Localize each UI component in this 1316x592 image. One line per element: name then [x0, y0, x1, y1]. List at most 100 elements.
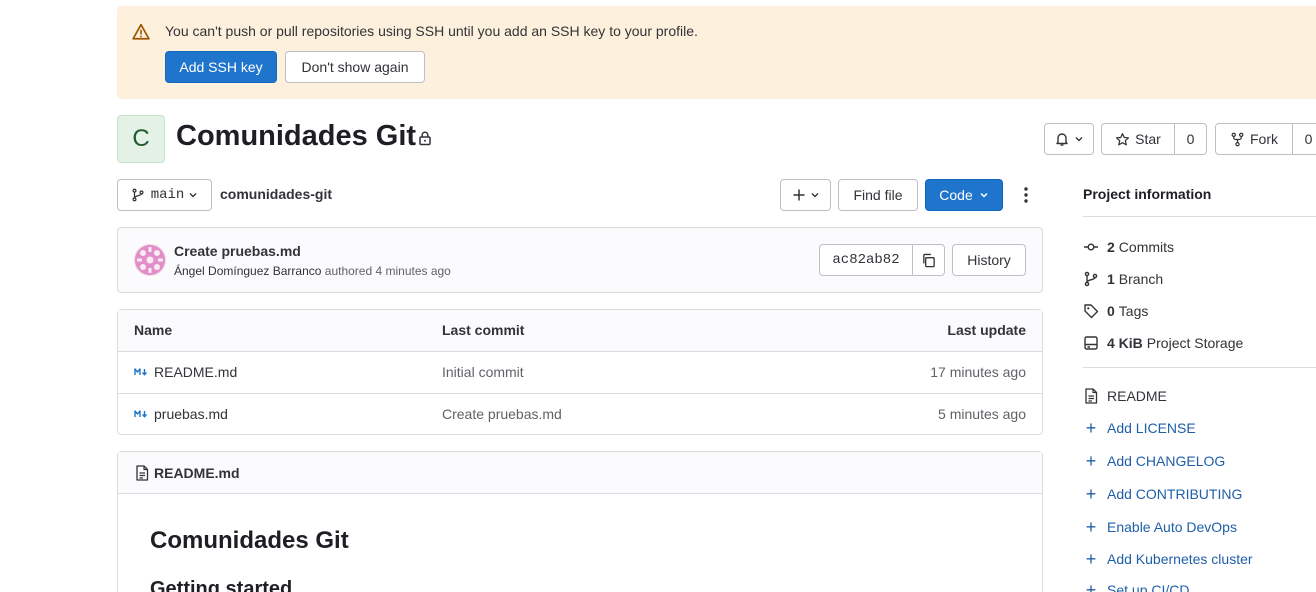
warning-icon [132, 23, 150, 40]
readme-panel: README.md Comunidades Git Getting starte… [117, 451, 1043, 592]
add-dropdown[interactable] [780, 179, 831, 211]
copy-icon [923, 253, 935, 267]
divider [1083, 367, 1316, 368]
commit-meta: Ángel Domínguez Barranco authored 4 minu… [174, 264, 451, 278]
readme-subheading: Getting started [150, 578, 293, 592]
branches-count: 1 [1107, 271, 1115, 287]
link-label: Add CONTRIBUTING [1107, 486, 1243, 502]
plus-icon: + [1085, 580, 1097, 592]
bell-icon [1056, 133, 1068, 146]
star-button[interactable]: Star [1102, 124, 1174, 154]
table-row[interactable]: pruebas.md Create pruebas.md 5 minutes a… [118, 393, 1042, 435]
tags-count: 0 [1107, 303, 1115, 319]
code-label: Code [939, 187, 973, 203]
plus-icon: + [1085, 451, 1097, 471]
ssh-key-alert: You can't push or pull repositories usin… [117, 6, 1316, 99]
commit-author[interactable]: Ángel Domínguez Barranco [174, 264, 321, 278]
fork-icon [1231, 132, 1244, 146]
link-label: Set up CI/CD [1107, 582, 1190, 592]
branch-icon [1084, 271, 1098, 287]
star-label: Star [1135, 131, 1161, 147]
add-ssh-key-button[interactable]: Add SSH key [165, 51, 277, 83]
history-button[interactable]: History [952, 244, 1026, 276]
plus-icon: + [1085, 517, 1097, 537]
tag-icon [1084, 304, 1099, 319]
file-last-commit[interactable]: Initial commit [442, 364, 524, 380]
readme-filename[interactable]: README.md [154, 465, 240, 481]
branches-label: Branch [1118, 271, 1164, 287]
header-last-update: Last update [947, 322, 1026, 338]
fork-button[interactable]: Fork [1216, 124, 1292, 154]
star-count[interactable]: 0 [1174, 124, 1206, 154]
lock-icon [419, 131, 431, 146]
table-row[interactable]: README.md Initial commit 17 minutes ago [118, 351, 1042, 393]
project-information-title: Project information [1083, 186, 1212, 202]
fork-count[interactable]: 0 [1292, 124, 1316, 154]
file-last-update: 17 minutes ago [930, 364, 1026, 380]
find-file-button[interactable]: Find file [838, 179, 918, 211]
branches-stat[interactable]: 1 Branch [1083, 269, 1163, 289]
file-name[interactable]: pruebas.md [154, 406, 228, 422]
star-group: Star 0 [1101, 123, 1207, 155]
plus-icon: + [1085, 418, 1097, 438]
code-dropdown-button[interactable]: Code [925, 179, 1003, 211]
link-label: Add CHANGELOG [1107, 453, 1226, 469]
setup-ci-cd-link[interactable]: + Set up CI/CD [1083, 580, 1190, 592]
tags-label: Tags [1118, 303, 1149, 319]
author-avatar[interactable] [134, 244, 166, 276]
document-icon [136, 465, 149, 481]
link-label: Add Kubernetes cluster [1107, 551, 1253, 567]
commit-time: authored 4 minutes ago [324, 264, 451, 278]
file-last-update: 5 minutes ago [938, 406, 1026, 422]
more-options-icon[interactable] [1018, 186, 1034, 204]
file-name[interactable]: README.md [154, 364, 237, 380]
table-header: Name Last commit Last update [118, 310, 1042, 351]
chevron-down-icon [980, 192, 988, 198]
project-avatar[interactable]: C [117, 115, 165, 163]
copy-sha-button[interactable] [912, 245, 944, 275]
add-changelog-link[interactable]: + Add CHANGELOG [1083, 451, 1226, 471]
branch-name: main [150, 187, 185, 203]
commit-sha[interactable]: ac82ab82 [820, 245, 912, 275]
chevron-down-icon [811, 193, 818, 198]
header-last-commit: Last commit [442, 322, 525, 338]
branch-selector[interactable]: main [117, 179, 212, 211]
commits-count: 2 [1107, 239, 1115, 255]
plus-icon: + [1085, 549, 1097, 569]
storage-label: Project Storage [1146, 335, 1244, 351]
add-license-link[interactable]: + Add LICENSE [1083, 418, 1196, 438]
commit-sha-group: ac82ab82 [819, 244, 945, 276]
file-last-commit[interactable]: Create pruebas.md [442, 406, 562, 422]
notification-dropdown[interactable] [1044, 123, 1094, 155]
add-kubernetes-cluster-link[interactable]: + Add Kubernetes cluster [1083, 549, 1253, 569]
star-icon [1116, 132, 1130, 145]
storage-size: 4 KiB [1107, 335, 1143, 351]
plus-icon: + [1085, 484, 1097, 504]
storage-stat[interactable]: 4 KiB Project Storage [1083, 333, 1243, 353]
header-name: Name [134, 322, 173, 338]
commit-icon [1084, 243, 1098, 251]
chevron-down-icon [189, 193, 197, 198]
add-contributing-link[interactable]: + Add CONTRIBUTING [1083, 484, 1243, 504]
fork-label: Fork [1250, 131, 1278, 147]
commits-stat[interactable]: 2 Commits [1083, 237, 1174, 257]
readme-link-label: README [1107, 388, 1167, 404]
tags-stat[interactable]: 0 Tags [1083, 301, 1148, 321]
file-table: Name Last commit Last update README.md I… [117, 309, 1043, 435]
markdown-icon [134, 410, 148, 418]
readme-link[interactable]: README [1083, 386, 1167, 406]
readme-heading: Comunidades Git [150, 527, 349, 554]
divider [1083, 216, 1316, 217]
link-label: Add LICENSE [1107, 420, 1196, 436]
document-icon [1085, 388, 1098, 404]
dont-show-again-button[interactable]: Don't show again [285, 51, 425, 83]
alert-message: You can't push or pull repositories usin… [165, 23, 698, 39]
commits-label: Commits [1118, 239, 1175, 255]
last-commit-panel: Create pruebas.md Ángel Domínguez Barran… [117, 227, 1043, 293]
enable-auto-devops-link[interactable]: + Enable Auto DevOps [1083, 517, 1237, 537]
breadcrumb[interactable]: comunidades-git [220, 186, 332, 202]
chevron-down-icon [1075, 137, 1083, 142]
fork-group: Fork 0 [1215, 123, 1316, 155]
commit-title[interactable]: Create pruebas.md [174, 243, 301, 259]
project-title: Comunidades Git [176, 120, 417, 152]
